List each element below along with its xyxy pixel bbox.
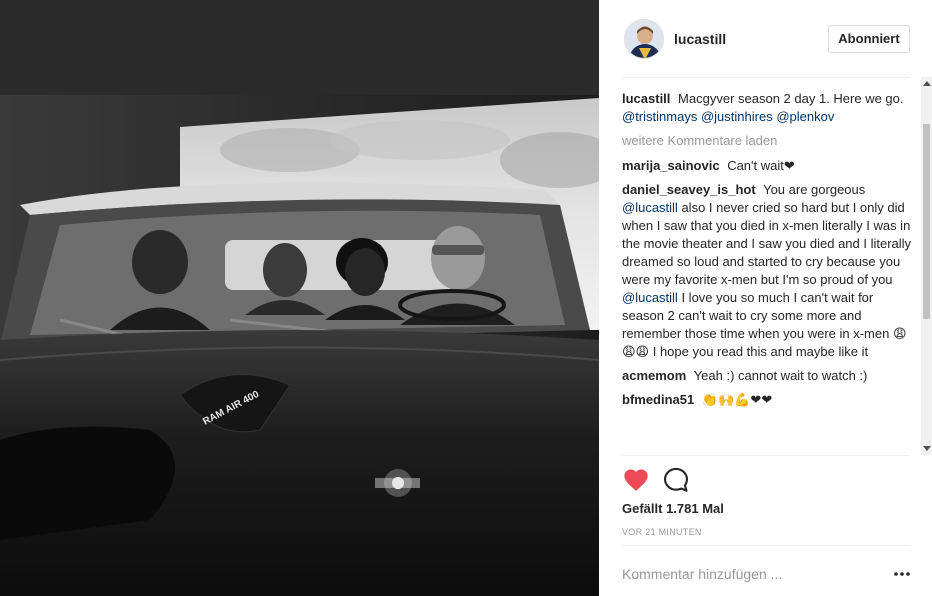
caption-mention[interactable]: @justinhires: [701, 109, 773, 124]
comments-scrollbar[interactable]: [921, 77, 932, 455]
add-comment-input[interactable]: [622, 560, 882, 588]
comment-list[interactable]: lucastill Macgyver season 2 day 1. Here …: [622, 90, 917, 455]
avatar-image: [625, 20, 663, 58]
comment-item: acmemom Yeah :) cannot wait to watch :): [622, 367, 917, 385]
scroll-up-icon[interactable]: [923, 81, 931, 86]
post-photo-image: RAM AIR 400: [0, 0, 599, 596]
speech-bubble-icon[interactable]: [662, 466, 690, 494]
comment-item: marija_sainovic Can't wait❤: [622, 157, 917, 175]
comment-username[interactable]: marija_sainovic: [622, 158, 720, 173]
caption-mention[interactable]: @tristinmays: [622, 109, 697, 124]
post-side-panel: lucastill Abonniert lucastill Macgyver s…: [599, 0, 932, 596]
post-caption: lucastill Macgyver season 2 day 1. Here …: [622, 90, 917, 126]
heart-icon[interactable]: [622, 466, 650, 494]
post-timestamp[interactable]: VOR 21 MINUTEN: [622, 527, 702, 537]
load-more-comments-link[interactable]: weitere Kommentare laden: [622, 132, 917, 150]
post-username[interactable]: lucastill: [674, 31, 726, 47]
comment-mention[interactable]: @lucastill: [622, 290, 678, 305]
actions-divider: [622, 455, 910, 456]
comment-username[interactable]: acmemom: [622, 368, 686, 383]
comment-divider: [622, 545, 910, 546]
comment-text: Yeah :) cannot wait to watch :): [693, 368, 868, 383]
follow-button[interactable]: Abonniert: [828, 25, 910, 53]
comment-item: daniel_seavey_is_hot You are gorgeous @l…: [622, 181, 917, 361]
post-photo[interactable]: RAM AIR 400: [0, 0, 599, 596]
comment-username[interactable]: bfmedina51: [622, 392, 694, 407]
comment-mention[interactable]: @lucastill: [622, 200, 678, 215]
likes-count[interactable]: Gefällt 1.781 Mal: [622, 501, 724, 516]
comment-item: bfmedina51 👏🙌💪❤❤: [622, 391, 917, 409]
comment-text: You are gorgeous: [763, 182, 866, 197]
comment-text: Can't wait❤: [727, 158, 795, 173]
caption-text: Macgyver season 2 day 1. Here we go.: [678, 91, 904, 106]
caption-username[interactable]: lucastill: [622, 91, 670, 106]
caption-mention[interactable]: @plenkov: [776, 109, 834, 124]
ellipsis-icon[interactable]: [893, 565, 911, 583]
post-header: lucastill Abonniert: [599, 0, 932, 78]
comment-text: 👏🙌💪❤❤: [701, 392, 773, 407]
scrollbar-thumb[interactable]: [923, 124, 930, 319]
comment-username[interactable]: daniel_seavey_is_hot: [622, 182, 756, 197]
scroll-down-icon[interactable]: [923, 446, 931, 451]
header-divider: [622, 77, 910, 78]
avatar[interactable]: [624, 19, 664, 59]
